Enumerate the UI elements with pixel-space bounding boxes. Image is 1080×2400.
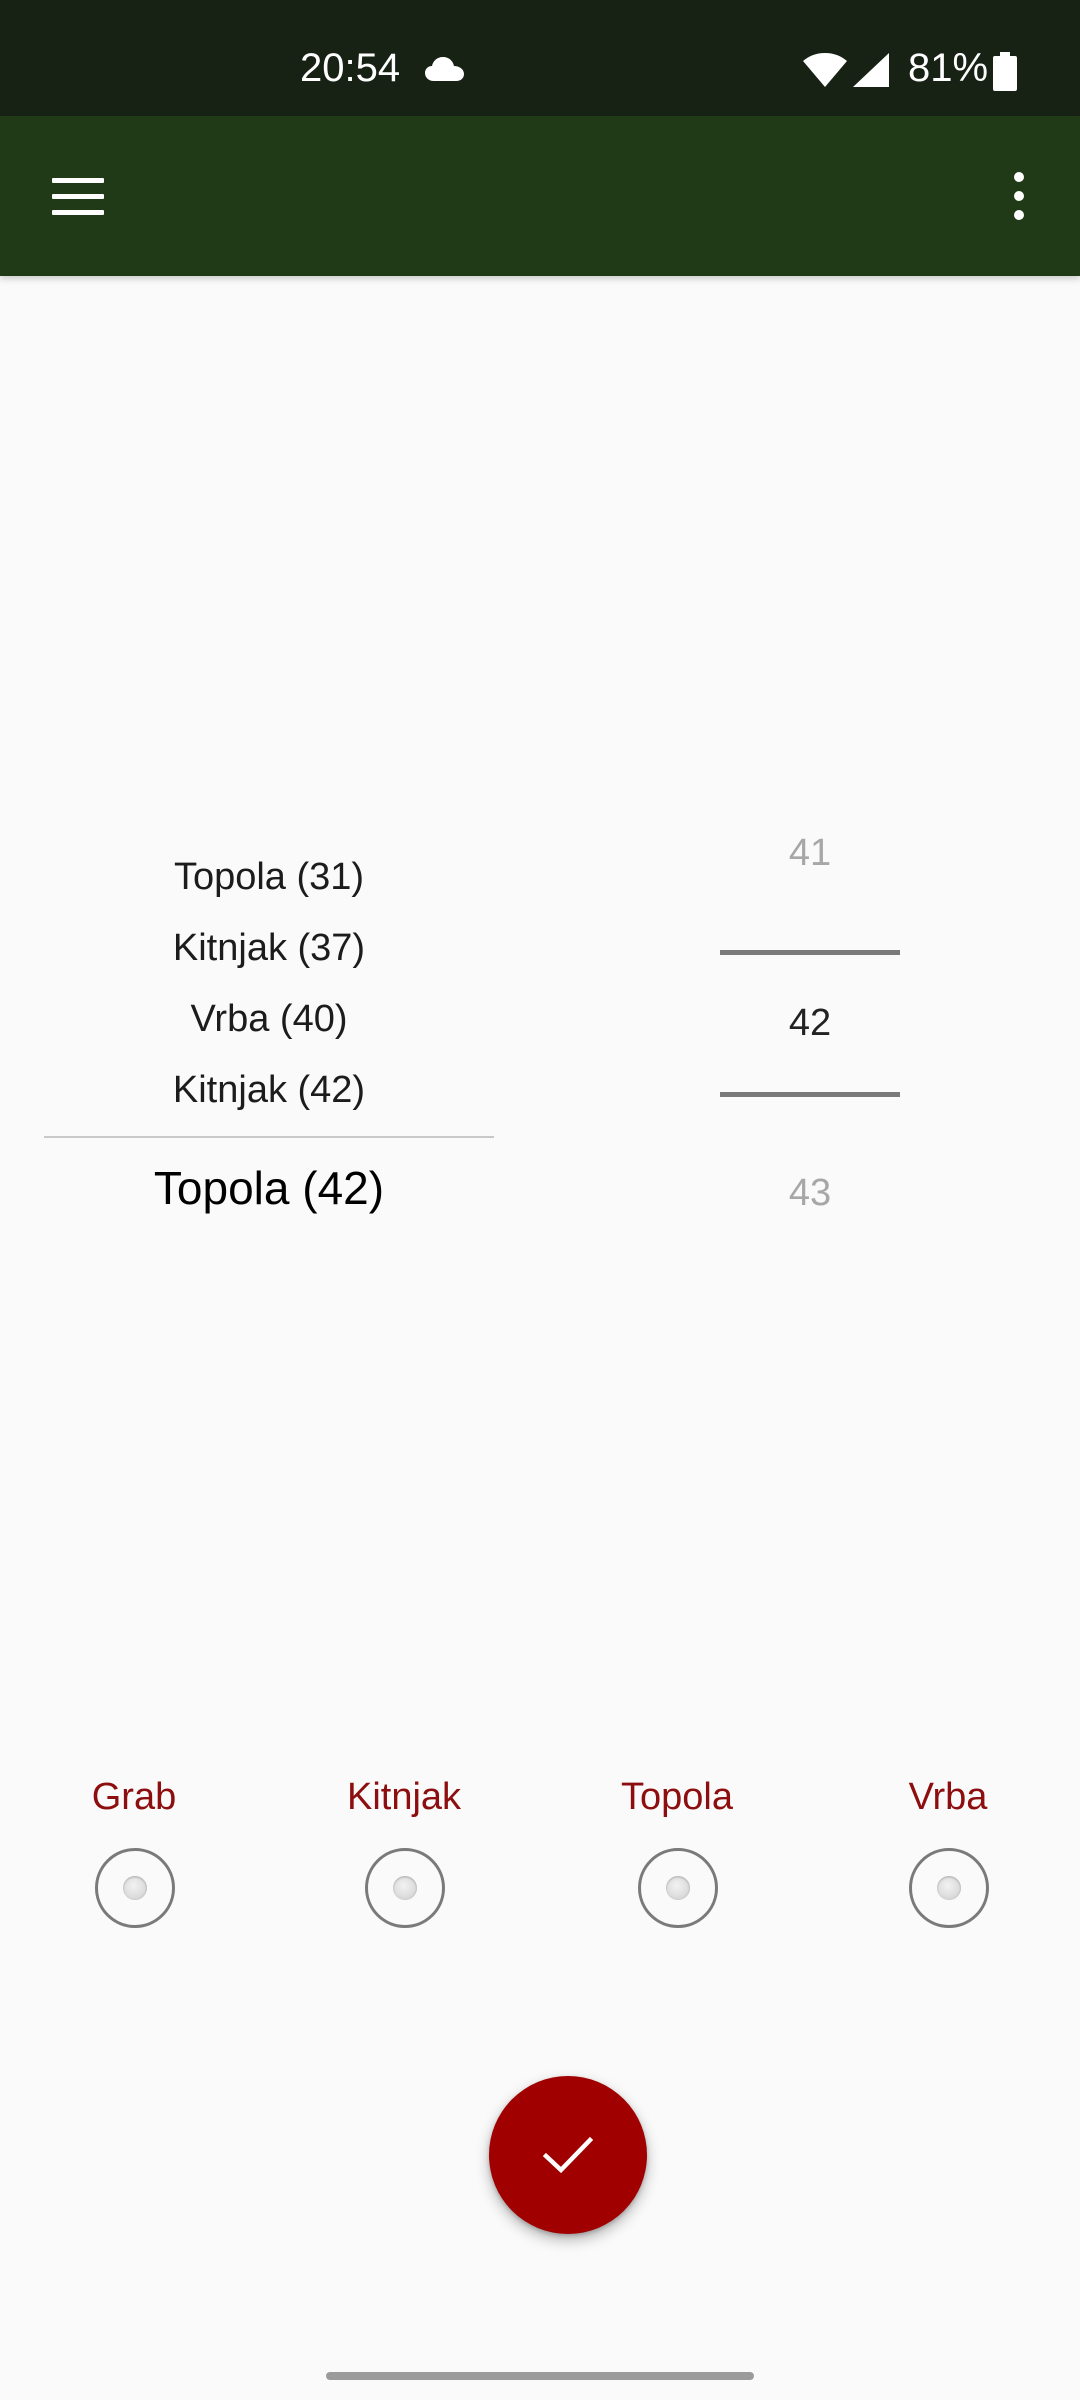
number-picker[interactable]: 41 42 43: [700, 820, 920, 1240]
app-bar: [0, 116, 1080, 276]
signal-icon: [852, 52, 890, 93]
check-icon: [542, 2136, 594, 2174]
status-time: 20:54: [300, 46, 401, 90]
radio-option-kitnjak[interactable]: Kitnjak: [284, 1770, 524, 1950]
radio-label: Kitnjak: [346, 1776, 462, 1818]
more-vert-icon[interactable]: [990, 156, 1046, 236]
radio-button[interactable]: [95, 1848, 175, 1928]
number-picker-next[interactable]: 43: [700, 1170, 920, 1216]
status-bar: 20:54 81%: [0, 0, 1080, 116]
list-item[interactable]: Topola (31): [44, 854, 494, 900]
battery-percentage: 81%: [908, 46, 989, 90]
radio-option-vrba[interactable]: Vrba: [828, 1770, 1068, 1950]
cloud-icon: [424, 56, 466, 87]
battery-icon: [992, 52, 1018, 97]
number-picker-divider-bottom: [720, 1092, 900, 1097]
species-radio-group: Grab Kitnjak Topola Vrba: [0, 1770, 1080, 1950]
radio-button[interactable]: [638, 1848, 718, 1928]
selected-item[interactable]: Topola (42): [44, 1160, 494, 1216]
screen: 20:54 81% Topola (31) Kitnjak (37) Vrba …: [0, 0, 1080, 2400]
confirm-button[interactable]: [489, 2076, 647, 2234]
list-item[interactable]: Kitnjak (42): [44, 1067, 494, 1113]
radio-option-grab[interactable]: Grab: [14, 1770, 254, 1950]
gesture-navigation-bar[interactable]: [326, 2372, 754, 2380]
number-picker-previous[interactable]: 41: [700, 830, 920, 876]
list-item[interactable]: Kitnjak (37): [44, 925, 494, 971]
radio-button[interactable]: [365, 1848, 445, 1928]
list-item[interactable]: Vrba (40): [44, 996, 494, 1042]
menu-icon[interactable]: [30, 156, 110, 236]
radio-label: Topola: [621, 1776, 733, 1818]
radio-option-topola[interactable]: Topola: [557, 1770, 797, 1950]
radio-button[interactable]: [909, 1848, 989, 1928]
tree-list-picker[interactable]: Topola (31) Kitnjak (37) Vrba (40) Kitnj…: [44, 840, 494, 1240]
radio-label: Grab: [91, 1776, 177, 1818]
radio-label: Vrba: [908, 1776, 988, 1818]
list-divider: [44, 1136, 494, 1138]
number-picker-current[interactable]: 42: [700, 1000, 920, 1046]
number-picker-divider-top: [720, 950, 900, 955]
wifi-icon: [802, 52, 848, 93]
